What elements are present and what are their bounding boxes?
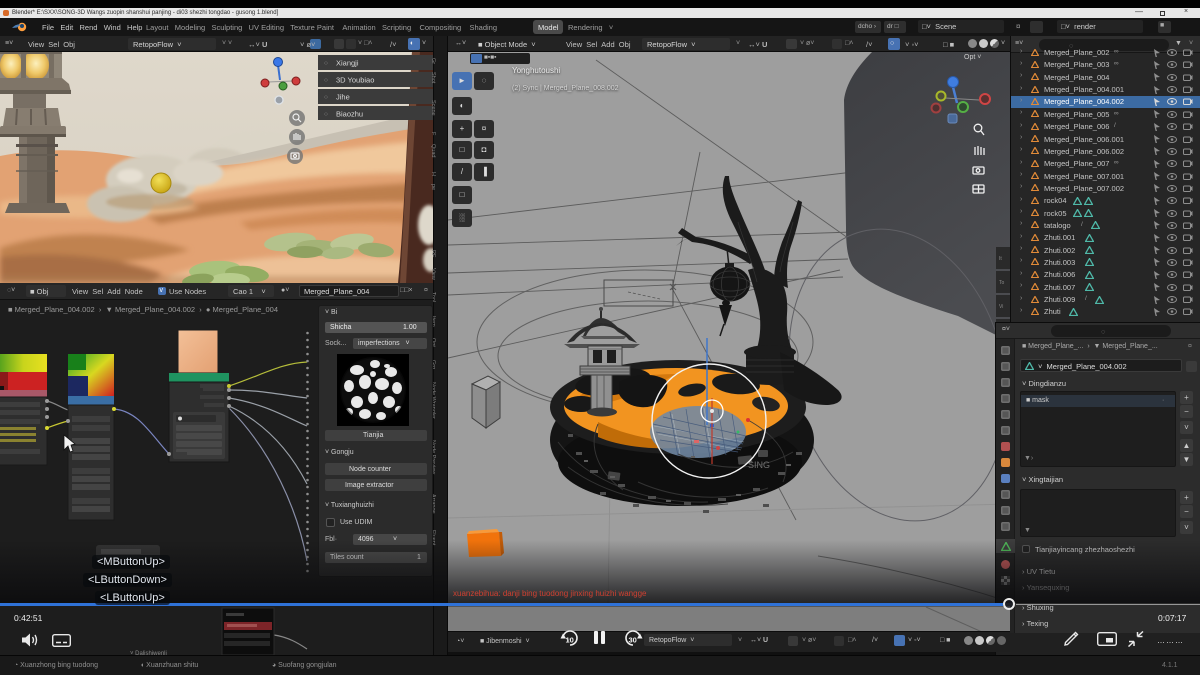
svg-text:To: To: [999, 280, 1005, 286]
svg-text:10: 10: [566, 636, 574, 645]
svg-text:Xiangji: Xiangji: [336, 59, 359, 68]
svg-text:3D Youbiao: 3D Youbiao: [336, 76, 374, 85]
svg-text:Biaozhu: Biaozhu: [336, 110, 363, 119]
svg-text:○: ○: [324, 94, 328, 101]
svg-text:○: ○: [324, 111, 328, 118]
svg-text:○: ○: [324, 77, 328, 84]
svg-text:SING: SING: [748, 460, 770, 470]
svg-text:30: 30: [629, 636, 637, 645]
svg-text:Jihe: Jihe: [336, 93, 350, 102]
svg-text:○: ○: [324, 60, 328, 67]
svg-text:Vi: Vi: [999, 304, 1003, 310]
